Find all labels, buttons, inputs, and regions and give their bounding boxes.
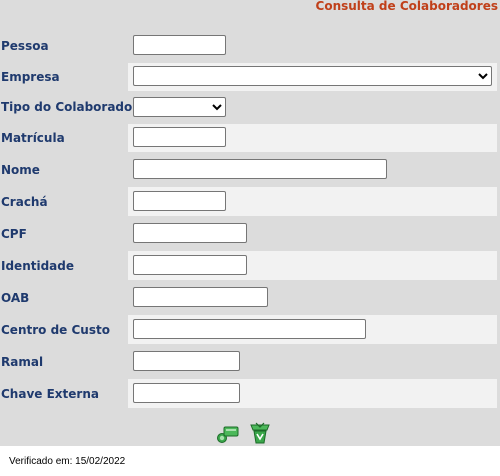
ramal-input[interactable]	[133, 351, 240, 371]
ramal-cell	[128, 347, 497, 376]
row-centro-custo: Centro de Custo	[0, 315, 500, 344]
tipo-colaborador-select[interactable]	[133, 97, 226, 117]
cracha-label: Crachá	[1, 194, 48, 209]
tipo-colaborador-cell	[128, 94, 497, 120]
verified-date: Verificado em: 15/02/2022	[9, 456, 126, 467]
matricula-cell	[128, 124, 497, 152]
tipo-colaborador-label: Tipo do Colaborador	[1, 100, 139, 114]
row-matricula: Matrícula	[0, 124, 500, 152]
oab-input[interactable]	[133, 287, 268, 307]
chave-externa-label: Chave Externa	[1, 386, 99, 401]
row-nome: Nome	[0, 155, 500, 184]
row-oab: OAB	[0, 283, 500, 312]
page-title: Consulta de Colaboradores	[315, 0, 498, 13]
identidade-cell	[128, 251, 497, 280]
row-tipo-colaborador: Tipo do Colaborador	[0, 94, 500, 120]
empresa-label: Empresa	[1, 70, 60, 84]
search-panel: Consulta de Colaboradores Pessoa Empresa…	[0, 0, 500, 446]
row-identidade: Identidade	[0, 251, 500, 280]
row-pessoa: Pessoa	[0, 32, 500, 59]
empresa-select[interactable]	[133, 66, 492, 86]
row-chave-externa: Chave Externa	[0, 379, 500, 408]
pessoa-input[interactable]	[133, 35, 226, 55]
centro-custo-cell	[128, 315, 497, 344]
row-empresa: Empresa	[0, 63, 500, 91]
cpf-label: CPF	[1, 226, 27, 241]
centro-custo-label: Centro de Custo	[1, 322, 110, 337]
identidade-label: Identidade	[1, 258, 75, 273]
matricula-input[interactable]	[133, 127, 226, 147]
ramal-label: Ramal	[1, 354, 44, 369]
pessoa-label: Pessoa	[1, 38, 49, 53]
centro-custo-input[interactable]	[133, 319, 366, 339]
nome-input[interactable]	[133, 159, 387, 179]
nome-label: Nome	[1, 162, 40, 177]
row-cpf: CPF	[0, 219, 500, 248]
oab-label: OAB	[1, 290, 30, 305]
empresa-cell	[128, 63, 497, 91]
identidade-input[interactable]	[133, 255, 247, 275]
matricula-label: Matrícula	[1, 131, 65, 145]
row-ramal: Ramal	[0, 347, 500, 376]
search-icon[interactable]	[216, 421, 240, 445]
cracha-cell	[128, 187, 497, 216]
chave-externa-input[interactable]	[133, 383, 240, 403]
chave-externa-cell	[128, 379, 497, 408]
recycle-bin-icon[interactable]	[248, 421, 272, 445]
nome-cell	[128, 155, 497, 184]
action-bar	[216, 421, 272, 445]
row-cracha: Crachá	[0, 187, 500, 216]
oab-cell	[128, 283, 497, 312]
pessoa-cell	[128, 32, 497, 59]
cracha-input[interactable]	[133, 191, 226, 211]
cpf-cell	[128, 219, 497, 248]
cpf-input[interactable]	[133, 223, 247, 243]
